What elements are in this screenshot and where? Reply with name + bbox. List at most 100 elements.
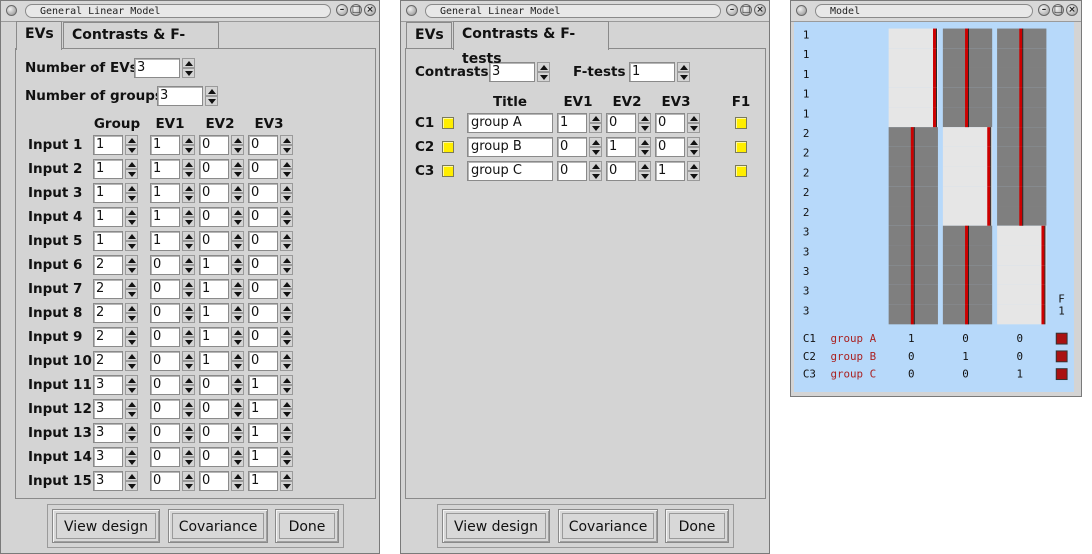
decrement-icon[interactable] bbox=[182, 409, 195, 419]
decrement-icon[interactable] bbox=[231, 433, 244, 443]
increment-icon[interactable] bbox=[125, 351, 138, 361]
increment-icon[interactable] bbox=[537, 62, 550, 72]
ev1-field[interactable]: 0 bbox=[150, 279, 180, 299]
group-field[interactable]: 3 bbox=[93, 423, 123, 443]
num-groups-field[interactable]: 3 bbox=[157, 86, 203, 106]
ev3-field[interactable]: 0 bbox=[248, 183, 278, 203]
ev3-field[interactable]: 1 bbox=[248, 471, 278, 491]
ev1-field[interactable]: 0 bbox=[150, 447, 180, 467]
ev2-field[interactable]: 1 bbox=[199, 279, 229, 299]
ev1-field[interactable]: 0 bbox=[557, 137, 587, 157]
increment-icon[interactable] bbox=[687, 113, 700, 123]
title-bar[interactable]: General Linear Model – □ × bbox=[401, 1, 769, 22]
ev3-field[interactable]: 0 bbox=[248, 231, 278, 251]
decrement-icon[interactable] bbox=[125, 169, 138, 179]
increment-icon[interactable] bbox=[182, 279, 195, 289]
increment-icon[interactable] bbox=[231, 255, 244, 265]
increment-icon[interactable] bbox=[182, 231, 195, 241]
decrement-icon[interactable] bbox=[125, 145, 138, 155]
ev2-field[interactable]: 0 bbox=[199, 471, 229, 491]
ev3-field[interactable]: 0 bbox=[248, 159, 278, 179]
increment-icon[interactable] bbox=[231, 183, 244, 193]
close-icon[interactable]: × bbox=[754, 4, 766, 16]
decrement-icon[interactable] bbox=[125, 265, 138, 275]
contrast-enable-checkbox[interactable] bbox=[442, 141, 454, 153]
f1-checkbox[interactable] bbox=[735, 165, 747, 177]
increment-icon[interactable] bbox=[182, 351, 195, 361]
increment-icon[interactable] bbox=[125, 159, 138, 169]
ev3-field[interactable]: 1 bbox=[248, 447, 278, 467]
maximize-icon[interactable]: □ bbox=[350, 4, 362, 16]
ev2-field[interactable]: 0 bbox=[199, 375, 229, 395]
maximize-icon[interactable]: □ bbox=[1052, 4, 1064, 16]
tab-evs[interactable]: EVs bbox=[16, 21, 62, 50]
decrement-icon[interactable] bbox=[182, 289, 195, 299]
covariance-button[interactable]: Covariance bbox=[558, 509, 658, 543]
increment-icon[interactable] bbox=[280, 135, 293, 145]
increment-icon[interactable] bbox=[280, 231, 293, 241]
decrement-icon[interactable] bbox=[687, 123, 700, 133]
increment-icon[interactable] bbox=[231, 375, 244, 385]
decrement-icon[interactable] bbox=[182, 265, 195, 275]
decrement-icon[interactable] bbox=[280, 409, 293, 419]
title-bar[interactable]: General Linear Model – □ × bbox=[1, 1, 379, 22]
increment-icon[interactable] bbox=[231, 327, 244, 337]
ev2-field[interactable]: 0 bbox=[606, 161, 636, 181]
window-menu-icon[interactable] bbox=[406, 5, 417, 16]
decrement-icon[interactable] bbox=[280, 385, 293, 395]
ev2-field[interactable]: 0 bbox=[199, 447, 229, 467]
decrement-icon[interactable] bbox=[231, 289, 244, 299]
group-field[interactable]: 2 bbox=[93, 279, 123, 299]
group-field[interactable]: 1 bbox=[93, 159, 123, 179]
increment-icon[interactable] bbox=[231, 351, 244, 361]
decrement-icon[interactable] bbox=[182, 217, 195, 227]
title-bar[interactable]: Model – □ × bbox=[791, 1, 1081, 22]
decrement-icon[interactable] bbox=[125, 457, 138, 467]
window-menu-icon[interactable] bbox=[6, 5, 17, 16]
ev3-field[interactable]: 1 bbox=[655, 161, 685, 181]
view-design-button[interactable]: View design bbox=[52, 509, 160, 543]
minimize-icon[interactable]: – bbox=[1038, 4, 1050, 16]
decrement-icon[interactable] bbox=[231, 409, 244, 419]
decrement-icon[interactable] bbox=[231, 145, 244, 155]
increment-icon[interactable] bbox=[231, 303, 244, 313]
decrement-icon[interactable] bbox=[638, 147, 651, 157]
decrement-icon[interactable] bbox=[205, 96, 218, 106]
increment-icon[interactable] bbox=[182, 399, 195, 409]
decrement-icon[interactable] bbox=[182, 193, 195, 203]
increment-icon[interactable] bbox=[182, 255, 195, 265]
increment-icon[interactable] bbox=[125, 447, 138, 457]
group-field[interactable]: 1 bbox=[93, 135, 123, 155]
decrement-icon[interactable] bbox=[231, 361, 244, 371]
ev2-field[interactable]: 1 bbox=[199, 255, 229, 275]
contrast-title-field[interactable]: group B bbox=[467, 137, 553, 157]
decrement-icon[interactable] bbox=[280, 481, 293, 491]
ev1-field[interactable]: 1 bbox=[150, 135, 180, 155]
increment-icon[interactable] bbox=[589, 113, 602, 123]
increment-icon[interactable] bbox=[638, 137, 651, 147]
group-field[interactable]: 2 bbox=[93, 303, 123, 323]
increment-icon[interactable] bbox=[182, 447, 195, 457]
increment-icon[interactable] bbox=[280, 159, 293, 169]
increment-icon[interactable] bbox=[182, 423, 195, 433]
decrement-icon[interactable] bbox=[280, 169, 293, 179]
ftests-field[interactable]: 1 bbox=[629, 62, 675, 82]
group-field[interactable]: 2 bbox=[93, 351, 123, 371]
ev1-field[interactable]: 0 bbox=[557, 161, 587, 181]
ev2-field[interactable]: 1 bbox=[199, 303, 229, 323]
ev2-field[interactable]: 0 bbox=[199, 399, 229, 419]
increment-icon[interactable] bbox=[125, 375, 138, 385]
decrement-icon[interactable] bbox=[182, 361, 195, 371]
decrement-icon[interactable] bbox=[280, 457, 293, 467]
decrement-icon[interactable] bbox=[280, 313, 293, 323]
decrement-icon[interactable] bbox=[125, 289, 138, 299]
increment-icon[interactable] bbox=[280, 327, 293, 337]
ev2-field[interactable]: 0 bbox=[199, 159, 229, 179]
tab-contrasts[interactable]: Contrasts & F-tests bbox=[453, 21, 609, 67]
increment-icon[interactable] bbox=[280, 183, 293, 193]
group-field[interactable]: 2 bbox=[93, 255, 123, 275]
ev1-field[interactable]: 1 bbox=[150, 159, 180, 179]
ev3-field[interactable]: 1 bbox=[248, 399, 278, 419]
ev1-field[interactable]: 0 bbox=[150, 327, 180, 347]
ev1-field[interactable]: 1 bbox=[150, 207, 180, 227]
